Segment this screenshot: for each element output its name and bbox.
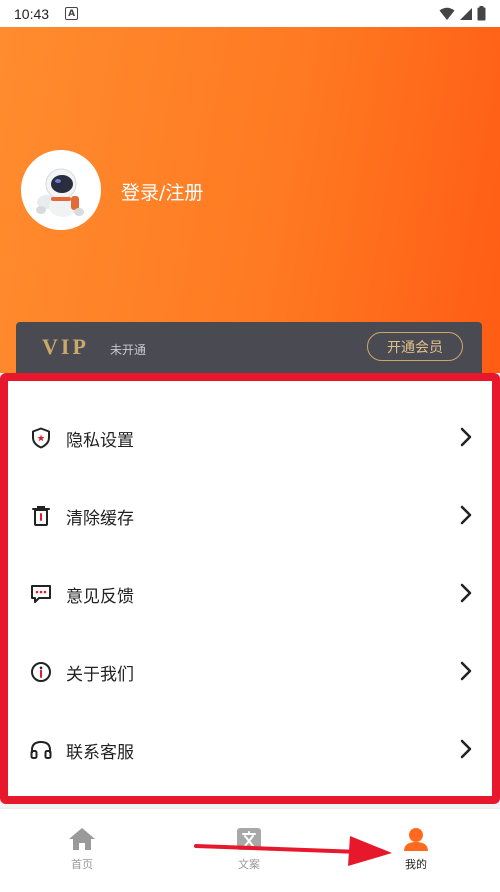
vip-bar: VIP 未开通 开通会员 — [16, 322, 482, 373]
tab-mine[interactable]: 我的 — [386, 827, 446, 877]
profile-header: 登录/注册 VIP 未开通 开通会员 — [0, 27, 500, 373]
status-icons — [439, 6, 486, 21]
menu-item-label: 清除缓存 — [66, 508, 134, 529]
text-icon — [237, 828, 261, 850]
trash-icon — [30, 505, 52, 527]
menu-item-label: 意见反馈 — [66, 586, 134, 607]
screen: 10:43 A 登录/注册 VIP 未开通 开通会员 隐私设置 清除缓存 意见反… — [0, 0, 500, 892]
headset-icon — [30, 739, 52, 761]
chevron-right-icon — [460, 739, 472, 759]
bottom-nav: 首页 文案 我的 — [0, 808, 500, 892]
notification-icon: A — [65, 7, 79, 20]
tab-home[interactable]: 首页 — [52, 827, 112, 877]
menu-item-privacy[interactable]: 隐私设置 — [8, 399, 492, 477]
astronaut-avatar-icon — [21, 150, 101, 230]
menu-item-about-us[interactable]: 关于我们 — [8, 633, 492, 711]
vip-status: 未开通 — [110, 343, 147, 357]
chevron-right-icon — [460, 661, 472, 681]
chevron-right-icon — [460, 427, 472, 447]
menu-item-label: 关于我们 — [66, 664, 134, 685]
tab-label: 首页 — [71, 858, 93, 871]
chevron-right-icon — [460, 505, 472, 525]
settings-menu: 隐私设置 清除缓存 意见反馈 关于我们 联系客服 — [0, 373, 500, 804]
feedback-icon — [30, 583, 52, 605]
battery-icon — [477, 6, 486, 21]
menu-item-label: 隐私设置 — [66, 430, 134, 451]
menu-item-label: 联系客服 — [66, 742, 134, 763]
tab-text[interactable]: 文案 — [219, 827, 279, 877]
menu-item-contact-support[interactable]: 联系客服 — [8, 711, 492, 789]
chevron-right-icon — [460, 583, 472, 603]
status-bar: 10:43 A — [0, 0, 500, 27]
activate-vip-button[interactable]: 开通会员 — [367, 332, 463, 361]
signal-icon — [460, 7, 472, 20]
status-time: 10:43 — [14, 5, 50, 22]
avatar[interactable] — [21, 150, 101, 230]
menu-item-feedback[interactable]: 意见反馈 — [8, 555, 492, 633]
profile-icon — [404, 828, 428, 851]
info-icon — [30, 661, 52, 683]
login-register-link[interactable]: 登录/注册 — [121, 178, 203, 205]
tab-label: 我的 — [405, 858, 427, 871]
home-icon — [69, 828, 95, 850]
menu-item-clear-cache[interactable]: 清除缓存 — [8, 477, 492, 555]
tab-label: 文案 — [238, 858, 260, 871]
vip-logo: VIP — [42, 334, 89, 359]
wifi-icon — [439, 7, 455, 20]
shield-icon — [30, 427, 52, 449]
